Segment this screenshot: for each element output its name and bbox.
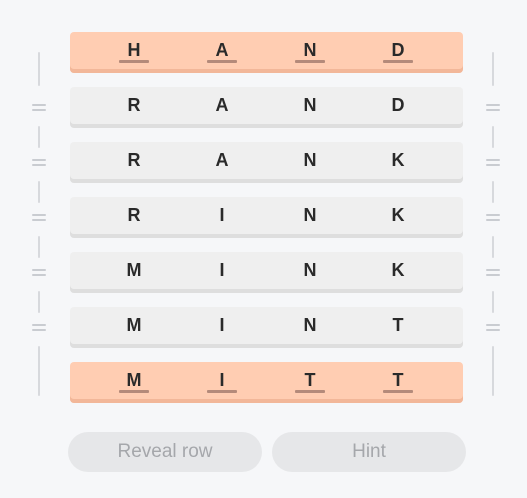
- rail-segment: [38, 52, 40, 86]
- drag-handle-icon[interactable]: [486, 269, 500, 277]
- rail-segment: [38, 126, 40, 148]
- letter-cell: I: [219, 260, 225, 280]
- letter-cell: T: [392, 315, 404, 335]
- rail-segment: [492, 181, 494, 203]
- game-board: H A N D R A N D R A N K R I N K M I N K: [0, 0, 527, 498]
- letter-cell: H: [119, 32, 149, 69]
- letter-cell: D: [391, 95, 405, 115]
- letter-cell: M: [119, 362, 149, 399]
- drag-handle-icon[interactable]: [486, 104, 500, 112]
- rail-segment: [492, 291, 494, 313]
- letter-cell: K: [391, 205, 405, 225]
- drag-handle-icon[interactable]: [486, 214, 500, 222]
- letter-cell: N: [303, 260, 317, 280]
- letter-cell: N: [303, 95, 317, 115]
- word-row[interactable]: M I N K: [70, 252, 463, 293]
- letter-cell: R: [127, 150, 141, 170]
- letter-cell: R: [127, 205, 141, 225]
- letter-cell: I: [219, 205, 225, 225]
- rail-segment: [38, 236, 40, 258]
- letter-cell: M: [126, 260, 142, 280]
- letter-cell: K: [391, 260, 405, 280]
- letter-cell: T: [383, 362, 413, 399]
- letter-cell: I: [207, 362, 237, 399]
- letter-cell: A: [207, 32, 237, 69]
- word-row[interactable]: R I N K: [70, 197, 463, 238]
- right-drag-rail: [484, 52, 502, 396]
- drag-handle-icon[interactable]: [32, 324, 46, 332]
- letter-cell: N: [303, 315, 317, 335]
- left-drag-rail: [30, 52, 48, 396]
- drag-handle-icon[interactable]: [486, 159, 500, 167]
- letter-cell: N: [295, 32, 325, 69]
- rail-segment: [38, 346, 40, 396]
- letter-cell: M: [126, 315, 142, 335]
- rail-segment: [38, 181, 40, 203]
- drag-handle-icon[interactable]: [32, 269, 46, 277]
- word-row[interactable]: R A N K: [70, 142, 463, 183]
- end-word-row: M I T T: [70, 362, 463, 403]
- rail-segment: [492, 346, 494, 396]
- letter-cell: R: [127, 95, 141, 115]
- letter-cell: N: [303, 150, 317, 170]
- hint-button[interactable]: Hint: [272, 432, 466, 472]
- start-word-row: H A N D: [70, 32, 463, 73]
- letter-cell: I: [219, 315, 225, 335]
- reveal-row-button[interactable]: Reveal row: [68, 432, 262, 472]
- letter-cell: T: [295, 362, 325, 399]
- drag-handle-icon[interactable]: [486, 324, 500, 332]
- letter-cell: N: [303, 205, 317, 225]
- letter-cell: A: [215, 150, 229, 170]
- drag-handle-icon[interactable]: [32, 214, 46, 222]
- word-row[interactable]: R A N D: [70, 87, 463, 128]
- word-ladder: H A N D R A N D R A N K R I N K M I N K: [70, 32, 463, 417]
- letter-cell: D: [383, 32, 413, 69]
- rail-segment: [492, 52, 494, 86]
- letter-cell: A: [215, 95, 229, 115]
- word-row[interactable]: M I N T: [70, 307, 463, 348]
- letter-cell: K: [391, 150, 405, 170]
- rail-segment: [492, 126, 494, 148]
- rail-segment: [38, 291, 40, 313]
- drag-handle-icon[interactable]: [32, 104, 46, 112]
- drag-handle-icon[interactable]: [32, 159, 46, 167]
- rail-segment: [492, 236, 494, 258]
